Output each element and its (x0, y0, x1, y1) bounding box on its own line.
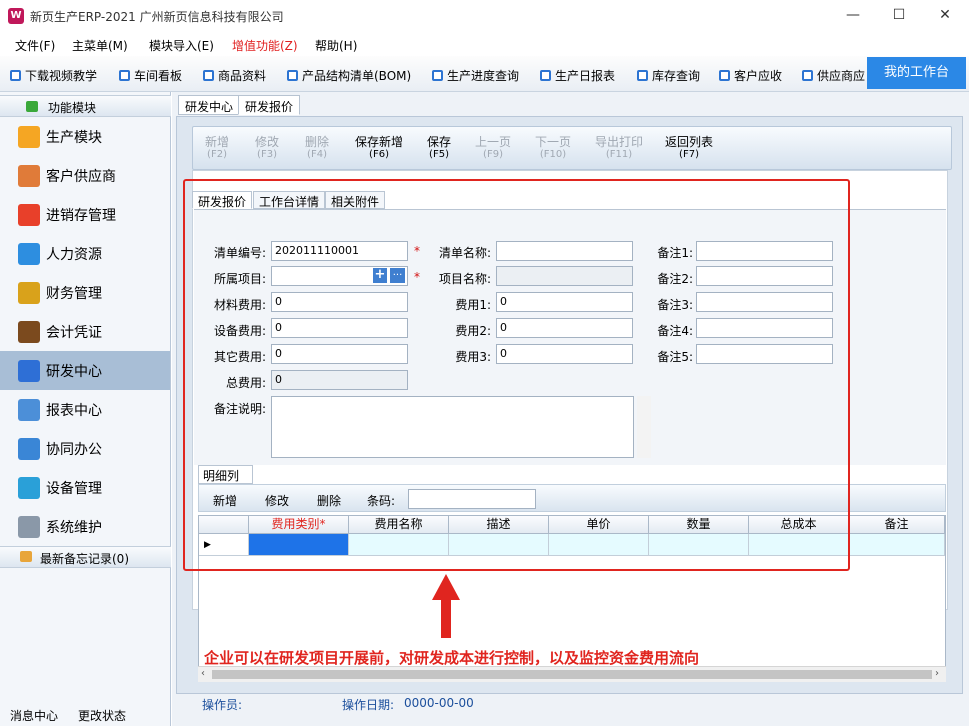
calendar-icon (18, 438, 40, 460)
sidebar-item-label: 协同办公 (46, 442, 102, 458)
highlight-frame (183, 179, 850, 571)
sidebar-item-label: 财务管理 (46, 286, 102, 302)
sidebar-item-label: 生产模块 (46, 130, 102, 146)
menu-import[interactable]: 模块导入(E) (149, 37, 214, 54)
toolbar-receivables[interactable]: 客户应收 (719, 67, 782, 84)
checkbox-icon (540, 70, 551, 81)
toolbar-stock-query[interactable]: 库存查询 (637, 67, 700, 84)
window-title: 新页生产ERP-2021 广州新页信息科技有限公司 (30, 10, 284, 24)
sidebar-status: 消息中心 更改状态 (0, 704, 171, 726)
checkbox-icon (119, 70, 130, 81)
person-icon (18, 243, 40, 265)
menu-file[interactable]: 文件(F) (15, 37, 55, 54)
sidebar-item-reports[interactable]: 报表中心 (0, 390, 170, 429)
people-icon (18, 165, 40, 187)
checkbox-icon (802, 70, 813, 81)
sidebar-item-label: 系统维护 (46, 520, 102, 536)
function-modules-header[interactable]: 功能模块 (0, 95, 171, 117)
lock-icon (18, 516, 40, 538)
operation-date-value: 0000-00-00 (404, 696, 474, 710)
edit-button[interactable]: 修改 (F3) (255, 136, 279, 161)
operation-date-label: 操作日期: (342, 698, 395, 712)
checkbox-icon (287, 70, 298, 81)
quick-toolbar: 下载视频教学 车间看板 商品资料 产品结构清单(BOM) 生产进度查询 生产日报… (0, 56, 969, 92)
bar-chart-icon (18, 204, 40, 226)
message-center-link[interactable]: 消息中心 (10, 707, 58, 724)
toolbar-workshop-board[interactable]: 车间看板 (119, 67, 182, 84)
sidebar-item-label: 报表中心 (46, 403, 102, 419)
toolbar-video-tutorial[interactable]: 下载视频教学 (10, 67, 97, 84)
coins-icon (18, 282, 40, 304)
sidebar-item-production[interactable]: 生产模块 (0, 117, 170, 156)
menu-addons[interactable]: 增值功能(Z) (232, 37, 298, 54)
sidebar-item-customer-supplier[interactable]: 客户供应商 (0, 156, 170, 195)
export-print-button[interactable]: 导出打印 (F11) (595, 136, 643, 161)
minimize-icon[interactable]: — (830, 0, 876, 32)
toolbar-supplier[interactable]: 供应商应 (802, 67, 865, 84)
scroll-left-icon[interactable]: ‹ (201, 668, 205, 679)
sidebar-item-label: 会计凭证 (46, 325, 102, 341)
operator-label: 操作员: (202, 698, 243, 712)
delete-button[interactable]: 删除 (F4) (305, 136, 329, 161)
title-bar: W 新页生产ERP-2021 广州新页信息科技有限公司 — ☐ ✕ (0, 0, 969, 32)
close-icon[interactable]: ✕ (922, 0, 968, 32)
sidebar-item-label: 进销存管理 (46, 208, 116, 224)
book-icon (18, 321, 40, 343)
app-logo-icon: W (8, 8, 24, 24)
save-button[interactable]: 保存 (F5) (427, 136, 451, 161)
toolbar-bom[interactable]: 产品结构清单(BOM) (287, 67, 411, 84)
sidebar-item-label: 人力资源 (46, 247, 102, 263)
back-to-list-button[interactable]: 返回列表 (F7) (665, 136, 713, 161)
my-workbench-button[interactable]: 我的工作台 (867, 57, 966, 89)
form-footer: 操作员: 操作日期: 0000-00-00 (176, 694, 963, 714)
sidebar-item-equipment[interactable]: 设备管理 (0, 468, 170, 507)
sidebar-item-finance[interactable]: 财务管理 (0, 273, 170, 312)
sidebar-item-hr[interactable]: 人力资源 (0, 234, 170, 273)
checkbox-icon (432, 70, 443, 81)
report-icon (18, 399, 40, 421)
sidebar-item-inventory[interactable]: 进销存管理 (0, 195, 170, 234)
checkbox-icon (10, 70, 21, 81)
next-page-button[interactable]: 下一页 (F10) (535, 136, 571, 161)
toolbar-daily-report[interactable]: 生产日报表 (540, 67, 615, 84)
scroll-right-icon[interactable]: › (935, 668, 939, 679)
tab-rd-center[interactable]: 研发中心 (178, 95, 241, 115)
horizontal-scrollbar[interactable]: ‹ › (198, 666, 946, 682)
annotation-caption: 企业可以在研发项目开展前，对研发成本进行控制，以及监控资金费用流向 (204, 649, 700, 667)
prev-page-button[interactable]: 上一页 (F9) (475, 136, 511, 161)
column-header[interactable]: 备注 (849, 516, 945, 534)
toolbar-products[interactable]: 商品资料 (203, 67, 266, 84)
menu-help[interactable]: 帮助(H) (315, 37, 357, 54)
chart-line-icon (18, 360, 40, 382)
add-button[interactable]: 新增 (F2) (205, 136, 229, 161)
speaker-icon (20, 551, 32, 562)
action-toolbar: 新增 (F2) 修改 (F3) 删除 (F4) 保存新增 (F6) 保存 (F5) 上一页… (192, 126, 952, 170)
play-icon (26, 101, 38, 112)
table-cell[interactable] (849, 534, 945, 556)
checkbox-icon (203, 70, 214, 81)
sidebar-item-label: 设备管理 (46, 481, 102, 497)
sidebar-item-rd-center[interactable]: 研发中心 (0, 351, 170, 390)
sidebar-item-vouchers[interactable]: 会计凭证 (0, 312, 170, 351)
maximize-icon[interactable]: ☐ (876, 0, 922, 32)
toolbar-progress-query[interactable]: 生产进度查询 (432, 67, 519, 84)
change-status-link[interactable]: 更改状态 (78, 707, 126, 724)
menu-main[interactable]: 主菜单(M) (72, 37, 128, 54)
menu-bar: 文件(F) 主菜单(M) 模块导入(E) 增值功能(Z) 帮助(H) (0, 32, 969, 56)
sidebar-item-label: 客户供应商 (46, 169, 116, 185)
device-icon (18, 477, 40, 499)
up-arrow-icon (432, 574, 460, 638)
scroll-thumb[interactable] (212, 670, 932, 679)
folder-icon (18, 126, 40, 148)
tab-rd-quote[interactable]: 研发报价 (238, 95, 301, 115)
checkbox-icon (719, 70, 730, 81)
sidebar-item-system[interactable]: 系统维护 (0, 507, 170, 546)
checkbox-icon (637, 70, 648, 81)
sidebar-item-label: 研发中心 (46, 364, 102, 380)
memo-records-bar[interactable]: 最新备忘记录(0) (0, 546, 171, 568)
save-new-button[interactable]: 保存新增 (F6) (355, 136, 403, 161)
sidebar-item-office[interactable]: 协同办公 (0, 429, 170, 468)
